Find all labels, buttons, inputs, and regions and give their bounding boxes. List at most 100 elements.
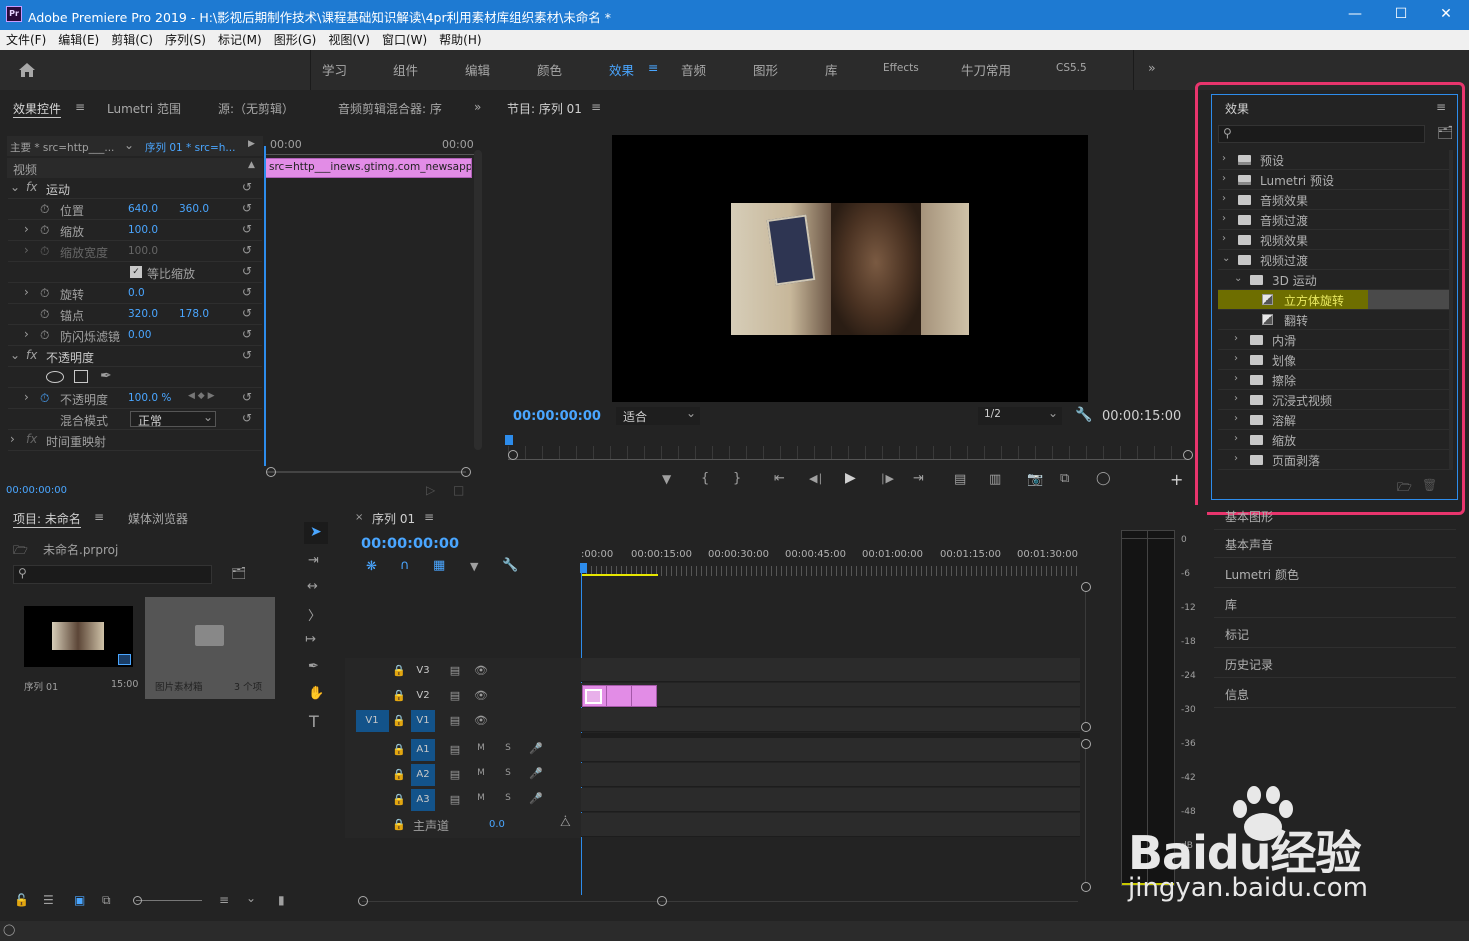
home-icon[interactable] [17, 61, 37, 79]
uniform-scale-checkbox[interactable]: ✓ [130, 266, 142, 278]
video-zoom-top[interactable] [1081, 582, 1091, 592]
track-lock-icon[interactable]: 🔒 [392, 743, 406, 757]
scale-value[interactable]: 100.0 [128, 224, 158, 236]
zoom-handle-left[interactable] [266, 467, 276, 477]
go-to-in-icon[interactable]: ⇤ [774, 471, 785, 486]
ripple-edit-tool-icon[interactable]: ↔ [307, 579, 318, 594]
workspace-editing[interactable]: 编辑 [465, 60, 490, 79]
reset-icon[interactable]: ↺ [242, 264, 252, 278]
sync-lock-icon[interactable]: ▤ [448, 664, 462, 678]
workspace-learning[interactable]: 学习 [322, 60, 347, 79]
chevron-down-icon[interactable]: ⌄ [124, 138, 134, 152]
anchor-y-value[interactable]: 178.0 [179, 308, 209, 320]
microphone-icon[interactable]: 🎤 [529, 767, 543, 781]
menu-help[interactable]: 帮助(H) [433, 30, 487, 50]
more-workspaces-icon[interactable]: » [1148, 60, 1156, 75]
play-only-icon[interactable]: ▶ [248, 139, 255, 149]
track-v1-label[interactable]: V1 [411, 710, 435, 732]
chevron-down-icon[interactable]: ⌄ [246, 891, 256, 905]
close-icon[interactable]: ✕ [1423, 0, 1469, 30]
new-search-bin-icon[interactable]: 🗂 [231, 566, 246, 580]
rectangle-mask-icon[interactable] [74, 370, 88, 383]
fit-select[interactable]: 适合 ⌄ [616, 406, 700, 425]
track-lock-icon[interactable]: 🔒 [392, 714, 406, 728]
track-lock-icon[interactable]: 🔒 [392, 664, 406, 678]
reset-icon[interactable]: ↺ [242, 201, 252, 215]
expand-chevron-icon[interactable]: › [10, 432, 15, 446]
track-select-tool-icon[interactable]: ⇥ [308, 553, 319, 568]
stopwatch-icon[interactable]: ⏱ [40, 223, 49, 238]
lock-icon[interactable]: 🔓 [14, 893, 29, 907]
workspace-color[interactable]: 颜色 [537, 60, 562, 79]
ec-zoom-bar[interactable] [266, 471, 466, 473]
anchor-x-value[interactable]: 320.0 [128, 308, 158, 320]
track-a3-label[interactable]: A3 [411, 789, 435, 811]
audio-zoom-top[interactable] [1081, 739, 1091, 749]
track-a1-label[interactable]: A1 [411, 739, 435, 761]
program-menu-icon[interactable]: ≡ [591, 100, 601, 114]
razor-tool-icon[interactable]: 〉 [308, 605, 321, 624]
resolution-select[interactable]: 1/2 ⌄ [978, 406, 1062, 425]
timeline-playhead-head[interactable] [580, 563, 587, 573]
source-patch-v1[interactable]: V1 [356, 710, 389, 732]
vr-video-icon[interactable]: ◯ [1096, 471, 1111, 486]
menu-clip[interactable]: 剪辑(C) [105, 30, 159, 50]
mark-in-icon[interactable]: { [701, 471, 709, 486]
position-y-value[interactable]: 360.0 [179, 203, 209, 215]
program-playhead[interactable] [505, 435, 513, 445]
export-icon[interactable]: □ [453, 483, 464, 497]
track-v3-label[interactable]: V3 [411, 660, 435, 682]
menu-markers[interactable]: 标记(M) [212, 30, 268, 50]
solo-button[interactable]: S [501, 793, 515, 807]
menu-file[interactable]: 文件(F) [0, 30, 52, 50]
ellipse-mask-icon[interactable] [46, 371, 64, 383]
more-tabs-icon[interactable]: » [474, 100, 481, 114]
video-clip-v2[interactable] [582, 685, 657, 707]
slip-tool-icon[interactable]: ↦ [305, 632, 316, 647]
menu-edit[interactable]: 编辑(E) [52, 30, 105, 50]
eye-icon[interactable]: 👁 [474, 689, 488, 703]
effect-controls-menu-icon[interactable]: ≡ [75, 100, 85, 114]
program-monitor-title[interactable]: 节目: 序列 01 [507, 100, 582, 117]
expand-chevron-icon[interactable]: › [24, 285, 29, 299]
work-area-bar[interactable] [581, 574, 658, 576]
track-lock-icon[interactable]: 🔒 [392, 689, 406, 703]
expand-chevron-icon[interactable]: › [24, 243, 29, 257]
thumbnail-size-slider[interactable] [136, 900, 202, 901]
menu-window[interactable]: 窗口(W) [376, 30, 433, 50]
tab-media-browser[interactable]: 媒体浏览器 [128, 510, 188, 527]
workspace-menu-icon[interactable]: ≡ [648, 60, 658, 75]
step-back-icon[interactable]: ◀∣ [809, 472, 823, 485]
snap-icon[interactable]: ∩ [400, 558, 410, 573]
maximize-icon[interactable]: ☐ [1378, 0, 1424, 30]
panel-info[interactable]: 信息 [1214, 678, 1456, 708]
project-menu-icon[interactable]: ≡ [94, 510, 104, 524]
ec-playhead[interactable] [264, 146, 266, 466]
antiflicker-value[interactable]: 0.00 [128, 329, 151, 341]
expand-chevron-icon[interactable]: › [24, 327, 29, 341]
mark-out-icon[interactable]: } [733, 471, 741, 486]
icon-view-icon[interactable]: ▣ [74, 893, 85, 907]
eye-icon[interactable]: 👁 [474, 664, 488, 678]
lift-icon[interactable]: ▤ [954, 472, 966, 487]
panel-libraries[interactable]: 库 [1214, 588, 1456, 618]
panel-essential-sound[interactable]: 基本声音 [1214, 528, 1456, 558]
reset-icon[interactable]: ↺ [242, 411, 252, 425]
eye-icon[interactable]: 👁 [474, 714, 488, 728]
stopwatch-icon[interactable]: ⏱ [40, 307, 49, 322]
sync-lock-icon[interactable]: ▤ [448, 714, 462, 728]
reset-icon[interactable]: ↺ [242, 348, 252, 362]
blend-mode-select[interactable]: 正常 ⌄ [130, 410, 216, 428]
panel-markers[interactable]: 标记 [1214, 618, 1456, 648]
timeline-settings-icon[interactable]: 🔧 [502, 558, 518, 573]
expand-chevron-icon[interactable]: ⌄ [10, 180, 20, 194]
workspace-graphics[interactable]: 图形 [753, 60, 778, 79]
sync-lock-icon[interactable]: ▤ [448, 689, 462, 703]
timeline-horizontal-scroll[interactable] [362, 901, 1078, 902]
microphone-icon[interactable]: 🎤 [529, 792, 543, 806]
scroll-handle-left[interactable] [358, 896, 368, 906]
tab-audio-clip-mixer[interactable]: 音频剪辑混合器: 序 [338, 100, 442, 117]
tab-source[interactable]: 源:（无剪辑） [218, 100, 294, 117]
reset-icon[interactable]: ↺ [242, 285, 252, 299]
type-tool-icon[interactable]: T [309, 712, 319, 731]
